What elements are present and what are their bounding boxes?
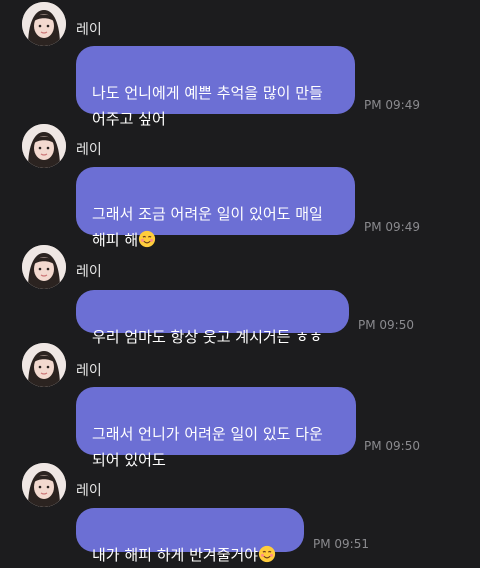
avatar[interactable]	[22, 343, 66, 387]
sender-name: 레이	[76, 264, 102, 280]
sender-name: 레이	[76, 483, 102, 499]
timestamp: PM 09:50	[364, 439, 420, 453]
sender-name: 레이	[76, 22, 102, 38]
profile-photo-icon	[22, 463, 66, 507]
message-bubble[interactable]: 우리 엄마도 항상 웃고 계시거든 ㅎㅎ	[76, 290, 349, 346]
message-text: 그래서 언니가 어려운 일이 있도 다운 되어 있어도	[92, 425, 323, 469]
timestamp: PM 09:50	[358, 318, 414, 332]
message-text: 나도 언니에게 예쁜 추억을 많이 만들 어주고 싶어	[92, 84, 323, 128]
message-bubble[interactable]: 내가 해피 하게 반겨줄거야	[76, 508, 304, 564]
message-text: 우리 엄마도 항상 웃고 계시거든 ㅎㅎ	[92, 328, 323, 346]
sender-name: 레이	[76, 363, 102, 379]
timestamp: PM 09:49	[364, 98, 420, 112]
profile-photo-icon	[22, 343, 66, 387]
profile-photo-icon	[22, 124, 66, 168]
avatar[interactable]	[22, 245, 66, 289]
smiling-face-icon	[139, 230, 156, 248]
profile-photo-icon	[22, 245, 66, 289]
message-bubble[interactable]: 그래서 조금 어려운 일이 있어도 매일 해피 해	[76, 167, 355, 249]
timestamp: PM 09:51	[313, 537, 369, 551]
timestamp: PM 09:49	[364, 220, 420, 234]
message-bubble[interactable]: 그래서 언니가 어려운 일이 있도 다운 되어 있어도	[76, 387, 356, 469]
profile-photo-icon	[22, 2, 66, 46]
message-text: 내가 해피 하게 반겨줄거야	[92, 546, 259, 564]
message-bubble[interactable]: 나도 언니에게 예쁜 추억을 많이 만들 어주고 싶어	[76, 46, 355, 128]
avatar[interactable]	[22, 2, 66, 46]
message-text: 그래서 조금 어려운 일이 있어도 매일 해피 해	[92, 205, 323, 249]
sender-name: 레이	[76, 142, 102, 158]
avatar[interactable]	[22, 463, 66, 507]
avatar[interactable]	[22, 124, 66, 168]
smiling-face-icon	[259, 545, 276, 563]
